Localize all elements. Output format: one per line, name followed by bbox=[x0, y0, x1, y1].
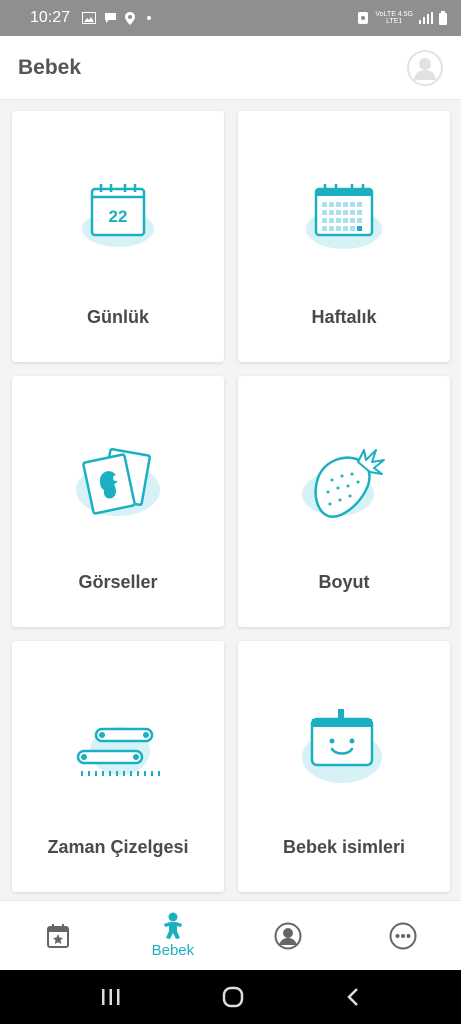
photos-icon bbox=[76, 447, 160, 516]
network-bottom: LTE1 bbox=[386, 18, 403, 25]
recent-apps-icon[interactable] bbox=[101, 988, 121, 1006]
card-timeline[interactable]: Zaman Çizelgesi bbox=[12, 641, 224, 892]
card-grid: 22 Günlük Haftalık Görseller Boyut Zaman… bbox=[12, 111, 450, 892]
vpn-icon bbox=[358, 12, 369, 24]
daily-calendar-icon: 22 bbox=[82, 184, 154, 247]
baby-icon bbox=[163, 912, 182, 939]
network-top: VoLTE 4.5G bbox=[375, 11, 413, 18]
calendar-star-icon bbox=[46, 923, 69, 948]
nav-item-more[interactable] bbox=[346, 901, 461, 970]
gallery-icon bbox=[82, 12, 97, 24]
bottom-nav: Bebek bbox=[0, 900, 461, 970]
card-label: Günlük bbox=[87, 307, 149, 327]
card-label: Bebek isimleri bbox=[282, 837, 406, 857]
status-bar: 10:27 VoLTE 4.5G LTE1 bbox=[0, 0, 461, 36]
battery-icon bbox=[439, 11, 447, 25]
network-indicator: VoLTE 4.5G LTE1 bbox=[375, 11, 413, 25]
card-label: Görseller bbox=[78, 572, 158, 592]
location-icon bbox=[125, 11, 136, 25]
back-icon[interactable] bbox=[346, 987, 360, 1007]
card-label: Boyut bbox=[318, 572, 370, 592]
timeline-icon bbox=[76, 727, 160, 776]
notification-dot-icon bbox=[147, 16, 152, 20]
card-label: Zaman Çizelgesi bbox=[47, 837, 189, 857]
app-header: Bebek bbox=[0, 36, 461, 100]
page-title: Bebek bbox=[18, 55, 82, 79]
nav-item-calendar[interactable] bbox=[0, 901, 115, 970]
card-baby-names[interactable]: Bebek isimleri bbox=[238, 641, 450, 892]
card-label: Haftalık bbox=[311, 307, 377, 327]
more-icon bbox=[389, 922, 417, 949]
weekly-calendar-icon bbox=[306, 184, 382, 249]
nav-item-baby[interactable]: Bebek bbox=[115, 901, 230, 970]
system-nav-bar bbox=[0, 970, 461, 1024]
card-photos[interactable]: Görseller bbox=[12, 376, 224, 627]
signal-icon bbox=[419, 12, 433, 24]
profile-icon bbox=[274, 922, 302, 949]
profile-avatar-button[interactable] bbox=[407, 49, 443, 86]
message-icon bbox=[105, 13, 117, 23]
avatar-icon bbox=[414, 57, 436, 80]
calendar-day: 22 bbox=[109, 207, 128, 226]
card-size[interactable]: Boyut bbox=[238, 376, 450, 627]
nav-item-profile[interactable] bbox=[231, 901, 346, 970]
home-icon[interactable] bbox=[222, 986, 244, 1008]
strawberry-icon bbox=[302, 449, 385, 518]
status-time: 10:27 bbox=[30, 9, 71, 26]
card-daily[interactable]: 22 Günlük bbox=[12, 111, 224, 362]
card-weekly[interactable]: Haftalık bbox=[238, 111, 450, 362]
nav-label-baby: Bebek bbox=[151, 942, 195, 959]
baby-names-icon bbox=[302, 709, 382, 783]
